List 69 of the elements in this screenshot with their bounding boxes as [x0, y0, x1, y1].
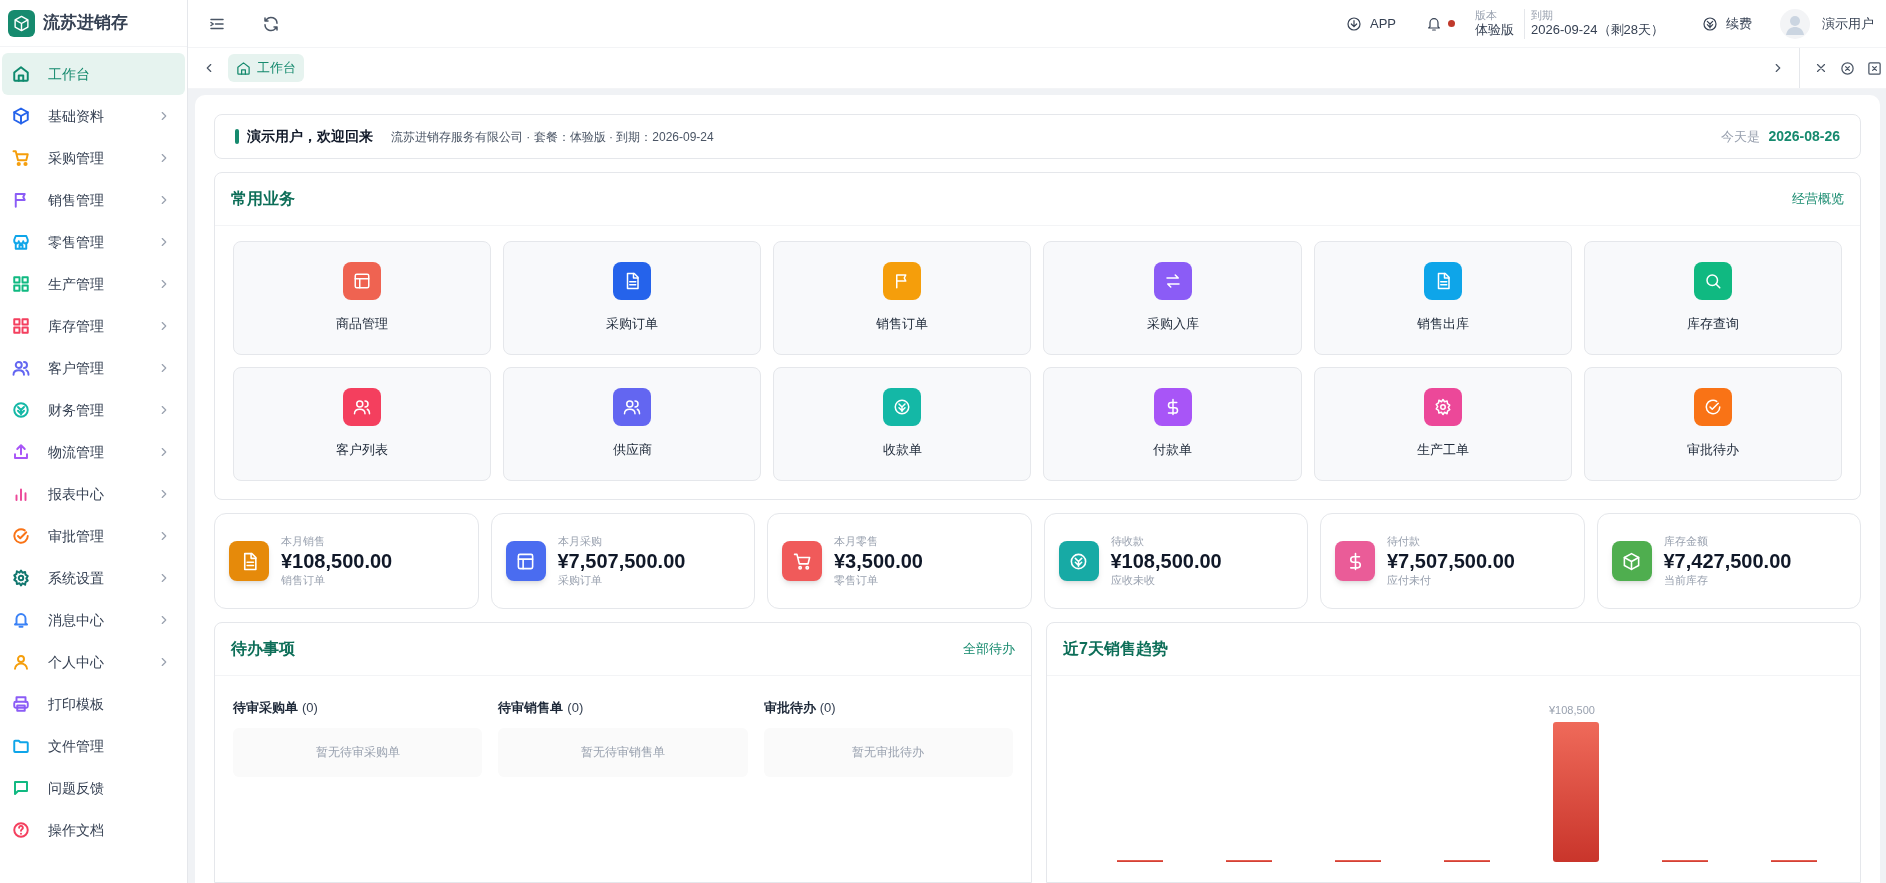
shortcut-tile[interactable]: 采购订单: [503, 241, 762, 355]
logo-icon: [8, 9, 35, 37]
stat-note: 零售订单: [834, 573, 879, 588]
stat-label: 本月销售: [281, 534, 326, 549]
stat-label: 待付款: [1387, 534, 1421, 549]
sidebar-item[interactable]: 工作台: [2, 53, 185, 95]
close-circle-icon[interactable]: [1840, 60, 1855, 76]
shortcut-tile[interactable]: 库存查询: [1583, 241, 1842, 355]
column-title: 待审采购单: [233, 699, 298, 717]
stat-note: 销售订单: [281, 573, 326, 588]
stat-value: ¥108,500.00: [281, 548, 393, 574]
home-icon: [236, 60, 251, 76]
shortcut-tile[interactable]: 收款单: [773, 367, 1032, 481]
bar-value-label: ¥108,500: [1549, 703, 1595, 718]
stat-value: ¥3,500.00: [834, 548, 923, 574]
renew-button[interactable]: 续费: [1702, 13, 1752, 34]
column-count: (0): [302, 699, 318, 717]
app-title: 流苏进销存: [43, 12, 128, 35]
empty-message: 暂无待审销售单: [498, 727, 748, 777]
page-tab[interactable]: 工作台: [228, 54, 304, 82]
download-icon: [1346, 15, 1362, 32]
expiry-value: 2026-09-24（剩28天）: [1531, 22, 1664, 39]
stat-note: 采购订单: [557, 573, 603, 588]
stat-value: ¥108,500.00: [1110, 548, 1222, 574]
close-icon[interactable]: [1814, 61, 1828, 75]
shortcut-tile[interactable]: 商品管理: [233, 241, 492, 355]
shortcut-tile[interactable]: 供应商: [503, 367, 762, 481]
coin-icon: [1702, 15, 1718, 32]
close-square-icon[interactable]: [1867, 60, 1882, 76]
stat-value: ¥7,427,500.00: [1663, 548, 1792, 574]
stat-label: 待收款: [1110, 534, 1145, 549]
column-count: (0): [819, 699, 836, 717]
column-title: 审批待办: [763, 699, 816, 717]
stat-label: 本月零售: [834, 534, 879, 549]
stat-note: 应收未收: [1110, 573, 1156, 588]
stat-label: 库存金额: [1663, 534, 1709, 549]
account-info: 流苏进销存服务有限公司 · 套餐：体验版 · 到期：2026-09-24: [391, 128, 714, 146]
overview-link[interactable]: 经营概览: [1792, 189, 1844, 209]
today-label: 今天是: [1721, 127, 1761, 146]
shortcut-tile[interactable]: 客户列表: [233, 367, 492, 481]
welcome-greeting: 演示用户，欢迎回来: [247, 127, 373, 146]
stat-value: ¥7,507,500.00: [1387, 548, 1515, 574]
today-date: 2026-08-26: [1768, 127, 1840, 146]
edition-value: 体验版: [1475, 22, 1515, 39]
section-title: 近7天销售趋势: [1063, 639, 1168, 659]
all-todo-link[interactable]: 全部待办: [963, 639, 1015, 659]
column-title: 待审销售单: [498, 699, 564, 717]
refresh-icon[interactable]: [262, 14, 280, 33]
shortcut-tile[interactable]: 审批待办: [1583, 367, 1842, 481]
notification-button[interactable]: [1426, 15, 1456, 32]
shortcut-tile[interactable]: 付款单: [1043, 367, 1302, 481]
column-count: (0): [567, 699, 584, 717]
stat-note: 当前库存: [1663, 573, 1709, 588]
expiry-label: 到期: [1531, 8, 1555, 23]
shortcut-tile[interactable]: 采购入库: [1043, 241, 1302, 355]
user-name[interactable]: 演示用户: [1822, 13, 1874, 34]
empty-message: 暂无审批待办: [763, 727, 1013, 777]
shortcut-tile[interactable]: 生产工单: [1313, 367, 1572, 481]
edition-label: 版本: [1475, 8, 1499, 23]
stat-value: ¥7,507,500.00: [557, 548, 686, 574]
section-title: 常用业务: [231, 189, 295, 209]
stat-label: 本月采购: [557, 534, 603, 549]
shortcut-tile[interactable]: 销售出库: [1313, 241, 1572, 355]
app-download-button[interactable]: APP: [1346, 13, 1397, 34]
stat-note: 应付未付: [1387, 573, 1432, 588]
bell-icon: [1426, 15, 1443, 32]
section-title: 待办事项: [231, 639, 295, 659]
shortcut-tile[interactable]: 销售订单: [773, 241, 1032, 355]
empty-message: 暂无待审采购单: [233, 727, 483, 777]
